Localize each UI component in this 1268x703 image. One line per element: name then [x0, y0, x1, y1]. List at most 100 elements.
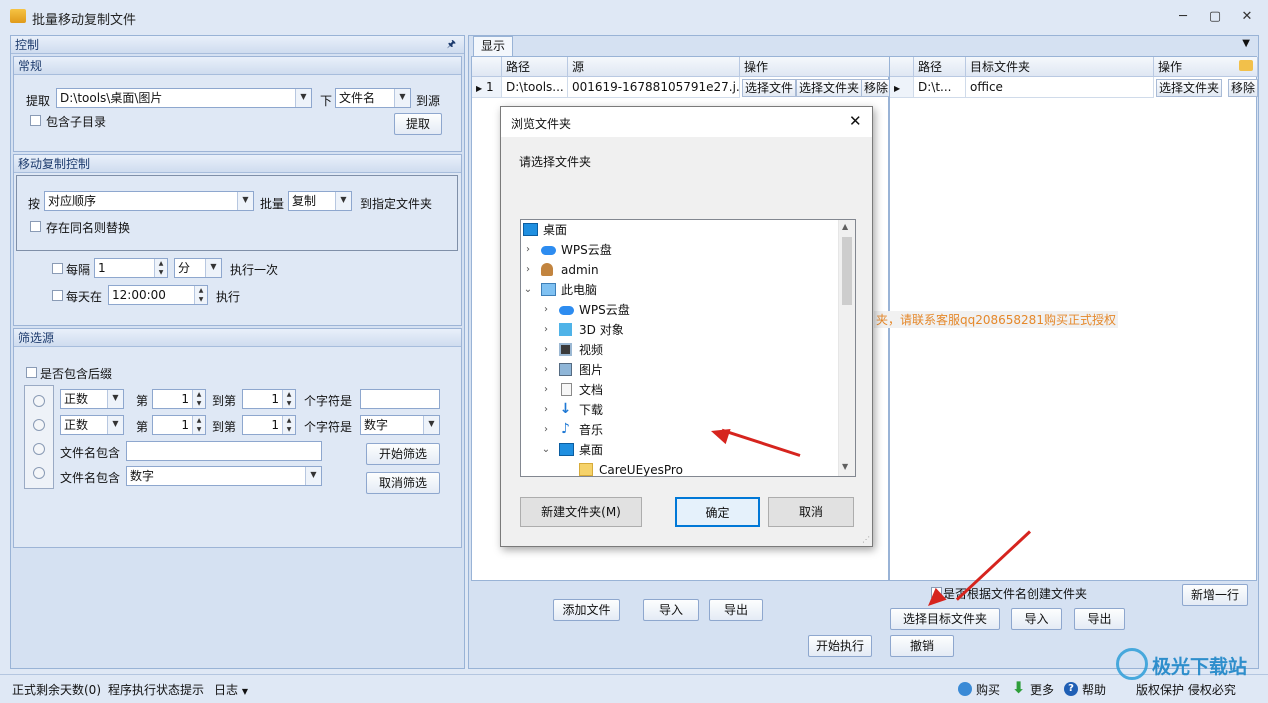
- help-link[interactable]: 帮助: [1082, 681, 1106, 698]
- table-row[interactable]: ▶: [890, 77, 914, 98]
- suffix-checkbox[interactable]: [26, 367, 37, 378]
- row2-to-spinner[interactable]: 1 ▲ ▼: [242, 415, 296, 435]
- scroll-down-icon[interactable]: ▼: [842, 462, 848, 471]
- select-file-button[interactable]: 选择文件: [742, 79, 797, 97]
- target-path-cell[interactable]: D:\t...: [914, 77, 966, 98]
- name-contains-input[interactable]: [126, 441, 322, 461]
- spinner-arrows-icon[interactable]: ▲ ▼: [282, 390, 295, 408]
- chevron-down-icon[interactable]: ▼: [394, 89, 410, 107]
- col-header-target-folder[interactable]: 目标文件夹: [966, 57, 1154, 77]
- ok-button[interactable]: 确定: [675, 497, 760, 527]
- time-spinner[interactable]: 12:00:00 ▲ ▼: [108, 285, 208, 305]
- more-link[interactable]: 更多: [1030, 681, 1054, 698]
- spinner-arrows-icon[interactable]: ▲ ▼: [192, 390, 205, 408]
- interval-spinner[interactable]: 1 ▲ ▼: [94, 258, 168, 278]
- col-header-operation[interactable]: 操作: [740, 57, 890, 77]
- spinner-arrows-icon[interactable]: ▲ ▼: [194, 286, 207, 304]
- name-contains2-combo[interactable]: 数字 ▼: [126, 466, 322, 486]
- export-source-button[interactable]: 导出: [709, 599, 763, 621]
- spinner-arrows-icon[interactable]: ▲ ▼: [192, 416, 205, 434]
- source-file-cell[interactable]: 001619-16788105791e27.j...: [568, 77, 740, 98]
- chevron-down-icon[interactable]: ⌄: [541, 440, 551, 460]
- folder-tree[interactable]: 桌面 › WPS云盘 › admin ⌄ 此电脑 › WPS云盘 › 3D 对象: [520, 219, 856, 477]
- resize-grip-icon[interactable]: ⋰: [862, 535, 870, 544]
- chevron-right-icon[interactable]: ›: [541, 360, 551, 380]
- start-exec-button[interactable]: 开始执行: [808, 635, 872, 657]
- chevron-down-icon[interactable]: ⌄: [523, 280, 533, 300]
- target-folder-cell[interactable]: office: [966, 77, 1154, 98]
- log-menu[interactable]: 日志 ▼: [214, 681, 248, 698]
- spinner-arrows-icon[interactable]: ▲ ▼: [282, 416, 295, 434]
- export-target-button[interactable]: 导出: [1074, 608, 1125, 630]
- import-source-button[interactable]: 导入: [643, 599, 699, 621]
- order-combo[interactable]: 对应顺序 ▼: [44, 191, 254, 211]
- maximize-button[interactable]: ▢: [1200, 6, 1230, 28]
- remove-button[interactable]: 移除: [861, 79, 892, 97]
- extract-button[interactable]: 提取: [394, 113, 442, 135]
- table-row[interactable]: ▶ 1: [472, 77, 502, 98]
- chevron-down-icon[interactable]: ▼: [295, 89, 311, 107]
- select-target-folder-cell-button[interactable]: 选择文件夹: [1156, 79, 1223, 97]
- tab-display[interactable]: 显示: [473, 36, 513, 56]
- chevron-right-icon[interactable]: ›: [541, 320, 551, 340]
- undo-button[interactable]: 撤销: [890, 635, 954, 657]
- daily-checkbox[interactable]: [52, 290, 63, 301]
- chevron-down-icon[interactable]: ▼: [205, 259, 221, 277]
- add-row-button[interactable]: 新增一行: [1182, 584, 1248, 606]
- row2-from-spinner[interactable]: 1 ▲ ▼: [152, 415, 206, 435]
- dialog-close-icon[interactable]: ✕: [849, 112, 862, 130]
- chevron-right-icon[interactable]: ›: [541, 420, 551, 440]
- chevron-down-icon[interactable]: ▼: [423, 416, 439, 434]
- chevron-right-icon[interactable]: ›: [541, 300, 551, 320]
- new-folder-button[interactable]: 新建文件夹(M): [520, 497, 642, 527]
- chevron-right-icon[interactable]: ›: [523, 260, 533, 280]
- filter-radio-2[interactable]: [33, 419, 45, 431]
- chevron-right-icon[interactable]: ›: [541, 400, 551, 420]
- col-header-target-path[interactable]: 路径: [914, 57, 966, 77]
- row1-value-input[interactable]: [360, 389, 440, 409]
- tree-scrollbar[interactable]: ▲ ▼: [838, 220, 855, 476]
- filter-radio-1[interactable]: [33, 395, 45, 407]
- pin-icon[interactable]: 🖈: [447, 36, 456, 54]
- row2-value-combo[interactable]: 数字 ▼: [360, 415, 440, 435]
- chevron-down-icon[interactable]: ▼: [107, 416, 123, 434]
- source-path-cell[interactable]: D:\tools...: [502, 77, 568, 98]
- source-path-combo[interactable]: D:\tools\桌面\图片 ▼: [56, 88, 312, 108]
- minimize-button[interactable]: ─: [1168, 6, 1198, 28]
- include-subdir-checkbox[interactable]: [30, 115, 41, 126]
- operation-combo[interactable]: 复制 ▼: [288, 191, 352, 211]
- select-target-folder-button[interactable]: 选择目标文件夹: [890, 608, 1000, 630]
- spinner-arrows-icon[interactable]: ▲ ▼: [154, 259, 167, 277]
- extract-type-combo[interactable]: 文件名 ▼: [335, 88, 411, 108]
- row2-mode-combo[interactable]: 正数 ▼: [60, 415, 124, 435]
- select-folder-button[interactable]: 选择文件夹: [796, 79, 863, 97]
- every-checkbox[interactable]: [52, 263, 63, 274]
- dialog-cancel-button[interactable]: 取消: [768, 497, 854, 527]
- col-header-path[interactable]: 路径: [502, 57, 568, 77]
- more-icon[interactable]: ⬇: [1012, 678, 1025, 697]
- chevron-right-icon[interactable]: ›: [541, 380, 551, 400]
- chevron-down-icon[interactable]: ▼: [107, 390, 123, 408]
- unit-combo[interactable]: 分 ▼: [174, 258, 222, 278]
- chevron-right-icon[interactable]: ›: [523, 240, 533, 260]
- start-filter-button[interactable]: 开始筛选: [366, 443, 440, 465]
- filter-radio-4[interactable]: [33, 467, 45, 479]
- import-target-button[interactable]: 导入: [1011, 608, 1062, 630]
- add-file-button[interactable]: 添加文件: [553, 599, 620, 621]
- help-icon[interactable]: ?: [1064, 682, 1078, 696]
- chevron-down-icon[interactable]: ▼: [335, 192, 351, 210]
- folder-icon[interactable]: [1239, 60, 1253, 71]
- replace-checkbox[interactable]: [30, 221, 41, 232]
- col-header-target-operation[interactable]: 操作: [1154, 57, 1258, 77]
- chevron-down-icon[interactable]: ▼: [305, 467, 321, 485]
- cancel-filter-button[interactable]: 取消筛选: [366, 472, 440, 494]
- col-header-source[interactable]: 源: [568, 57, 740, 77]
- filter-radio-3[interactable]: [33, 443, 45, 455]
- row1-from-spinner[interactable]: 1 ▲ ▼: [152, 389, 206, 409]
- buy-link[interactable]: 购买: [976, 681, 1000, 698]
- scroll-up-icon[interactable]: ▲: [842, 222, 848, 231]
- scroll-thumb[interactable]: [842, 237, 852, 305]
- row1-to-spinner[interactable]: 1 ▲ ▼: [242, 389, 296, 409]
- target-remove-button[interactable]: 移除: [1228, 79, 1259, 97]
- chevron-down-icon[interactable]: ▼: [237, 192, 253, 210]
